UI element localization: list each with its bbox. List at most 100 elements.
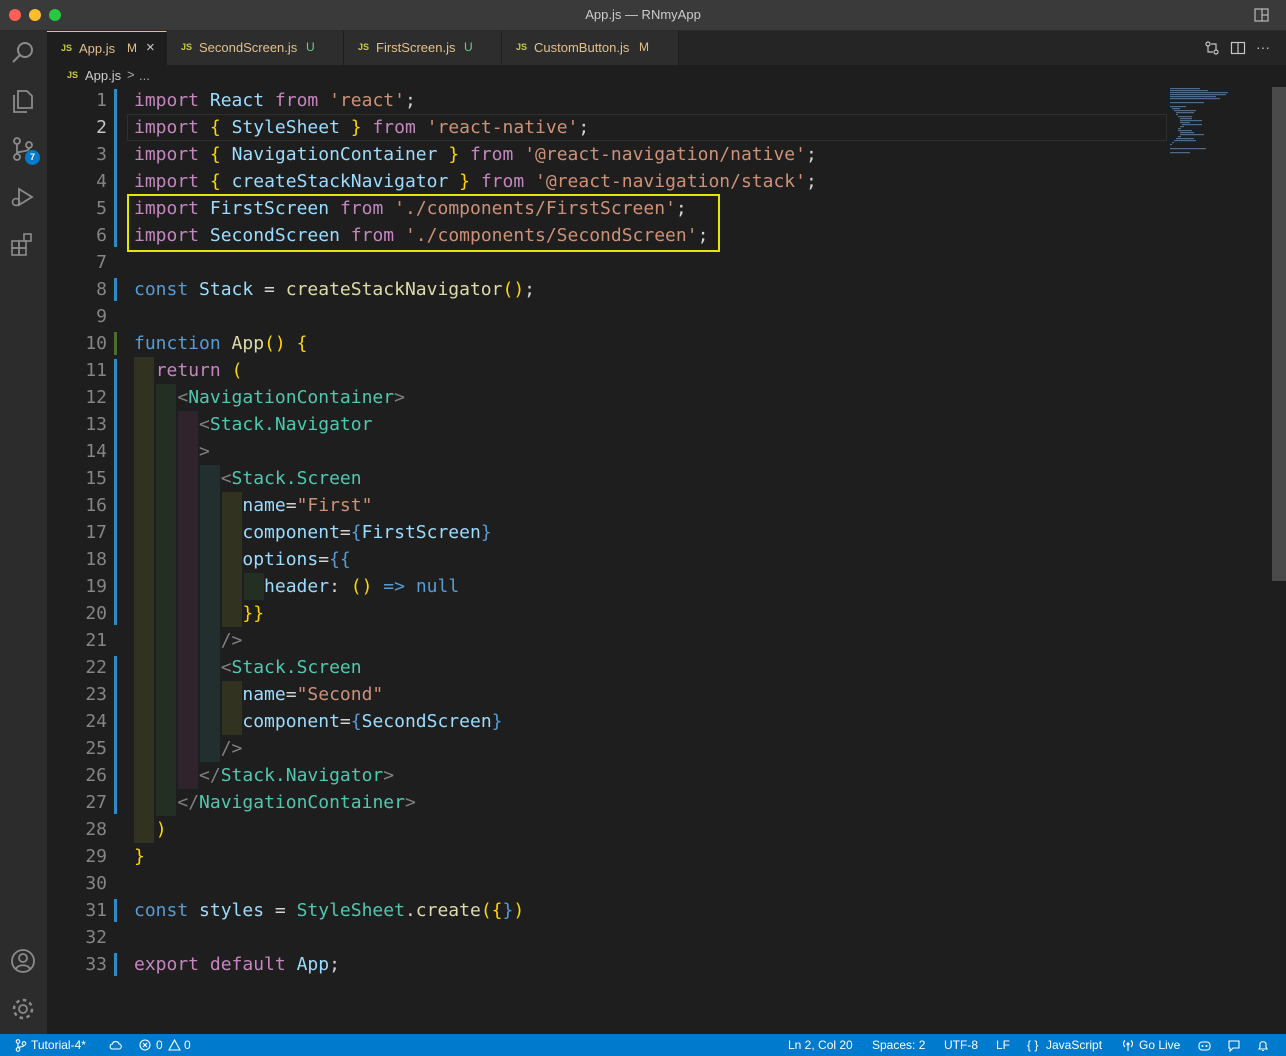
extensions-icon[interactable] (8, 230, 38, 260)
tab-untracked-badge: U (306, 40, 315, 54)
code-text: <Stack.Navigator (199, 414, 373, 435)
line-number: 15 (85, 468, 107, 489)
tab-label: FirstScreen.js (376, 40, 456, 55)
code-text: ) (155, 819, 167, 840)
go-live-button[interactable]: Go Live (1139, 1038, 1180, 1052)
line-number: 33 (85, 954, 107, 975)
code-editor[interactable]: 1 import React from 'react'; 2 import { Sty… (47, 87, 1286, 1034)
code-text: import { StyleSheet } from 'react-native… (134, 117, 590, 138)
gear-icon[interactable] (8, 994, 38, 1024)
javascript-file-icon: JS (181, 42, 193, 52)
code-line[interactable]: 15 <Stack.Screen (47, 465, 1167, 492)
line-number: 19 (85, 576, 107, 597)
error-count[interactable]: 0 (156, 1038, 163, 1052)
accounts-icon[interactable] (8, 946, 38, 976)
vertical-scrollbar[interactable] (1272, 87, 1286, 581)
line-number: 30 (85, 873, 107, 894)
breadcrumb-more[interactable]: ... (139, 68, 150, 83)
tab-custombutton-js[interactable]: JS CustomButton.js M (502, 31, 679, 65)
notifications-bell-icon[interactable] (1257, 1039, 1269, 1052)
code-line[interactable]: 29} (47, 843, 1167, 870)
code-line[interactable]: 20 }} (47, 600, 1167, 627)
tab-label: CustomButton.js (534, 40, 630, 55)
code-line[interactable]: 28 ) (47, 816, 1167, 843)
code-text: /> (220, 630, 243, 651)
code-line[interactable]: 18 options={{ (47, 546, 1167, 573)
cursor-position[interactable]: Ln 2, Col 20 (788, 1038, 853, 1052)
layout-toggle-icon[interactable] (1254, 8, 1269, 22)
code-line[interactable]: 1 import React from 'react'; (47, 87, 1167, 114)
code-line[interactable]: 26 </Stack.Navigator> (47, 762, 1167, 789)
code-line[interactable]: 12 <NavigationContainer> (47, 384, 1167, 411)
copilot-icon[interactable] (1197, 1039, 1212, 1052)
source-control-badge: 7 (25, 150, 40, 165)
code-line[interactable]: 3 import { NavigationContainer } from '@r… (47, 141, 1167, 168)
warning-icon[interactable] (168, 1039, 181, 1051)
line-number: 20 (85, 603, 107, 624)
code-line[interactable]: 11 return ( (47, 357, 1167, 384)
more-actions-icon[interactable]: ··· (1256, 39, 1270, 55)
code-line[interactable]: 25 /> (47, 735, 1167, 762)
window-title: App.js — RNmyApp (585, 7, 701, 22)
tab-app-js[interactable]: JS App.js M × (47, 31, 167, 66)
error-icon[interactable] (139, 1039, 151, 1051)
code-line[interactable]: 19 header: () => null (47, 573, 1167, 600)
open-changes-icon[interactable] (1204, 40, 1220, 56)
warning-count[interactable]: 0 (184, 1038, 191, 1052)
code-line[interactable]: 8 const Stack = createStackNavigator(); (47, 276, 1167, 303)
code-line[interactable]: 22 <Stack.Screen (47, 654, 1167, 681)
code-text: const styles = StyleSheet.create({}) (134, 900, 525, 921)
sync-cloud-icon[interactable] (108, 1039, 123, 1051)
code-text: import { createStackNavigator } from '@r… (134, 171, 817, 192)
file-encoding[interactable]: UTF-8 (944, 1038, 978, 1052)
code-line[interactable]: 33 export default App; (47, 951, 1167, 978)
line-number: 32 (85, 927, 107, 948)
tab-firstscreen-js[interactable]: JS FirstScreen.js U (344, 31, 502, 65)
explorer-icon[interactable] (8, 86, 38, 116)
line-number: 26 (85, 765, 107, 786)
line-number: 23 (85, 684, 107, 705)
code-line[interactable]: 24 component={SecondScreen} (47, 708, 1167, 735)
indentation[interactable]: Spaces: 2 (872, 1038, 925, 1052)
code-line[interactable]: 27 </NavigationContainer> (47, 789, 1167, 816)
split-editor-icon[interactable] (1230, 40, 1246, 56)
code-line[interactable]: 9 (47, 303, 1167, 330)
run-debug-icon[interactable] (8, 182, 38, 212)
tab-bar: JS App.js M × JS SecondScreen.js U JS Fi… (47, 31, 1286, 66)
status-bar: Tutorial-4* 0 0 Ln 2, Col 20 Spaces: 2 U… (0, 1034, 1286, 1056)
code-line[interactable]: 16 name="First" (47, 492, 1167, 519)
minimap[interactable] (1170, 87, 1270, 167)
code-line[interactable]: 31 const styles = StyleSheet.create({}) (47, 897, 1167, 924)
code-line[interactable]: 14 > (47, 438, 1167, 465)
code-text: <NavigationContainer> (177, 387, 405, 408)
broadcast-icon[interactable] (1121, 1039, 1135, 1052)
line-number: 18 (85, 549, 107, 570)
code-line[interactable]: 17 component={FirstScreen} (47, 519, 1167, 546)
feedback-icon[interactable] (1227, 1039, 1241, 1052)
breadcrumb-file[interactable]: App.js (85, 68, 121, 83)
line-number: 27 (85, 792, 107, 813)
code-text: const Stack = createStackNavigator(); (134, 279, 536, 300)
code-line[interactable]: 4 import { createStackNavigator } from '@… (47, 168, 1167, 195)
line-number: 11 (85, 360, 107, 381)
code-line[interactable]: 10 function App() { (47, 330, 1167, 357)
close-icon[interactable]: × (146, 39, 155, 56)
language-mode[interactable]: JavaScript (1046, 1038, 1102, 1052)
code-line[interactable]: 13 <Stack.Navigator (47, 411, 1167, 438)
line-number: 16 (85, 495, 107, 516)
git-branch[interactable]: Tutorial-4* (31, 1038, 86, 1052)
code-line[interactable]: 32 (47, 924, 1167, 951)
line-number: 7 (96, 252, 107, 273)
code-line[interactable]: 21 /> (47, 627, 1167, 654)
javascript-file-icon: JS (61, 43, 73, 53)
code-line[interactable]: 2 import { StyleSheet } from 'react-nativ… (47, 114, 1167, 141)
code-line[interactable]: 7 (47, 249, 1167, 276)
search-icon[interactable] (8, 38, 38, 68)
end-of-line[interactable]: LF (996, 1038, 1010, 1052)
tab-untracked-badge: U (464, 40, 473, 54)
tab-secondscreen-js[interactable]: JS SecondScreen.js U (167, 31, 344, 65)
code-text: import { NavigationContainer } from '@re… (134, 144, 817, 165)
code-line[interactable]: 30 (47, 870, 1167, 897)
language-brackets-icon: { } (1027, 1038, 1039, 1052)
code-line[interactable]: 23 name="Second" (47, 681, 1167, 708)
